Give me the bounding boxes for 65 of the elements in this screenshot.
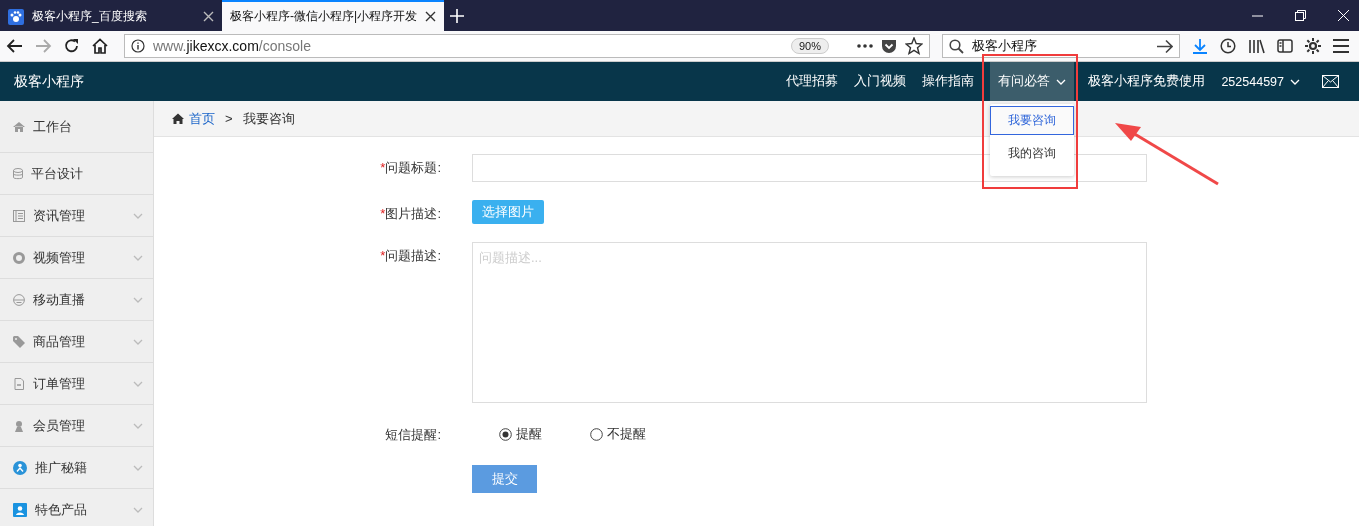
search-field[interactable]: 极客小程序 [942, 34, 1180, 58]
settings-icon[interactable] [1305, 38, 1321, 54]
sidebar-item[interactable]: 工作台 [0, 101, 153, 153]
sidebar-item[interactable]: 移动直播 [0, 279, 153, 321]
field-label: 短信提醒: [385, 426, 441, 444]
home-icon [13, 120, 25, 133]
ring-icon [13, 251, 25, 264]
address-bar[interactable]: www.jikexcx.com/console 90% [124, 34, 930, 58]
field-label: *问题描述: [380, 247, 441, 265]
nav-item[interactable]: 操作指南 [914, 62, 983, 101]
sidebar-item[interactable]: 会员管理 [0, 405, 153, 447]
field-label: *问题标题: [380, 159, 441, 177]
nav-item[interactable]: 有问必答 [990, 62, 1075, 101]
field-label: *图片描述: [380, 205, 441, 223]
sidebar-icon[interactable] [1277, 38, 1293, 54]
info-icon[interactable] [131, 39, 145, 53]
sidebar-item[interactable]: 推广秘籍 [0, 447, 153, 489]
tag-icon [13, 335, 25, 348]
pocket-icon[interactable] [881, 38, 897, 54]
radio-option[interactable]: 提醒 [499, 425, 590, 443]
nav-item[interactable]: 极客小程序免费使用 [1080, 62, 1214, 101]
back-icon[interactable] [6, 38, 23, 54]
restore-icon[interactable] [1295, 10, 1306, 21]
url-text: www.jikexcx.com/console [153, 38, 312, 54]
plus-icon[interactable] [450, 8, 465, 23]
browser-tab[interactable]: 极客小程序_百度搜索 [0, 0, 222, 31]
menu-item[interactable]: 我要咨询 [990, 106, 1075, 135]
nav-item[interactable]: 代理招募 [778, 62, 847, 101]
clock-icon[interactable] [1220, 38, 1236, 54]
home-icon [172, 113, 184, 124]
nav-item[interactable]: 入门视频 [846, 62, 915, 101]
nav-item[interactable]: 252544597 [1213, 62, 1308, 101]
zoom-level[interactable]: 90% [790, 38, 829, 54]
breadcrumb-separator: > [225, 111, 233, 126]
menu-item[interactable]: 我的咨询 [990, 139, 1075, 168]
sidebar-item[interactable]: 资讯管理 [0, 195, 153, 237]
paw-icon [8, 8, 24, 25]
sidebar-item[interactable]: 平台设计 [0, 153, 153, 195]
search-text: 极客小程序 [972, 37, 1038, 55]
browser-tab[interactable]: 极客小程序-微信小程序|小程序开发 [222, 0, 445, 31]
database-icon [13, 167, 23, 180]
sidebar-item[interactable]: 订单管理 [0, 363, 153, 405]
document-icon [13, 377, 25, 390]
arrow-right-icon[interactable] [1156, 38, 1173, 54]
sidebar-item[interactable]: 商品管理 [0, 321, 153, 363]
home-link[interactable]: 首页 [172, 109, 215, 128]
close-icon[interactable] [203, 11, 214, 22]
mail-icon[interactable] [1322, 75, 1339, 88]
list-icon [13, 209, 25, 222]
sidebar-item[interactable]: 视频管理 [0, 237, 153, 279]
menu-icon[interactable] [1333, 38, 1349, 54]
site-brand[interactable]: 极客小程序 [14, 72, 84, 91]
download-icon[interactable] [1192, 38, 1208, 54]
star-icon[interactable] [905, 37, 923, 55]
more-icon[interactable] [857, 43, 873, 49]
home-icon[interactable] [92, 38, 108, 54]
search-icon [949, 38, 964, 54]
library-icon[interactable] [1248, 38, 1265, 54]
breadcrumb-current: 我要咨询 [242, 109, 295, 128]
sidebar-item[interactable]: 特色产品 [0, 489, 153, 526]
person-icon [13, 419, 25, 432]
reload-icon[interactable] [64, 38, 80, 54]
radio-option[interactable]: 不提醒 [590, 425, 681, 443]
id-card-icon [13, 502, 27, 517]
close-icon[interactable] [425, 11, 437, 22]
